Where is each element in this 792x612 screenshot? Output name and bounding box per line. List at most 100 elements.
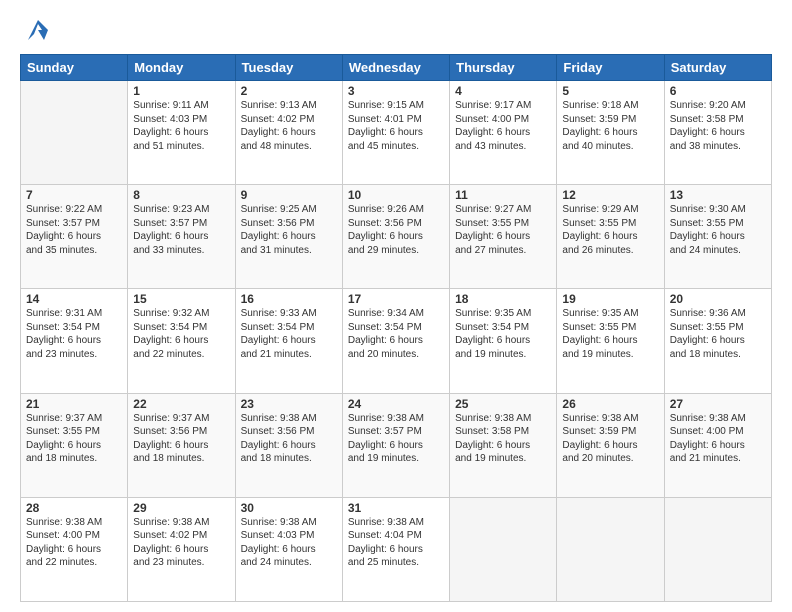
day-info: Sunrise: 9:38 AM Sunset: 3:56 PM Dayligh… — [241, 412, 337, 466]
calendar-week-1: 7Sunrise: 9:22 AM Sunset: 3:57 PM Daylig… — [21, 185, 772, 289]
calendar-week-4: 28Sunrise: 9:38 AM Sunset: 4:00 PM Dayli… — [21, 497, 772, 601]
day-number: 9 — [241, 188, 337, 202]
day-info: Sunrise: 9:36 AM Sunset: 3:55 PM Dayligh… — [670, 307, 766, 361]
day-info: Sunrise: 9:31 AM Sunset: 3:54 PM Dayligh… — [26, 307, 122, 361]
calendar-cell: 2Sunrise: 9:13 AM Sunset: 4:02 PM Daylig… — [235, 81, 342, 185]
day-header-wednesday: Wednesday — [342, 55, 449, 81]
day-number: 13 — [670, 188, 766, 202]
calendar-cell: 19Sunrise: 9:35 AM Sunset: 3:55 PM Dayli… — [557, 289, 664, 393]
calendar-cell: 22Sunrise: 9:37 AM Sunset: 3:56 PM Dayli… — [128, 393, 235, 497]
calendar-cell: 31Sunrise: 9:38 AM Sunset: 4:04 PM Dayli… — [342, 497, 449, 601]
calendar-cell: 29Sunrise: 9:38 AM Sunset: 4:02 PM Dayli… — [128, 497, 235, 601]
calendar-cell: 25Sunrise: 9:38 AM Sunset: 3:58 PM Dayli… — [450, 393, 557, 497]
calendar-cell: 3Sunrise: 9:15 AM Sunset: 4:01 PM Daylig… — [342, 81, 449, 185]
day-info: Sunrise: 9:25 AM Sunset: 3:56 PM Dayligh… — [241, 203, 337, 257]
day-info: Sunrise: 9:18 AM Sunset: 3:59 PM Dayligh… — [562, 99, 658, 153]
calendar-cell: 9Sunrise: 9:25 AM Sunset: 3:56 PM Daylig… — [235, 185, 342, 289]
day-number: 3 — [348, 84, 444, 98]
day-info: Sunrise: 9:38 AM Sunset: 4:04 PM Dayligh… — [348, 516, 444, 570]
calendar-week-0: 1Sunrise: 9:11 AM Sunset: 4:03 PM Daylig… — [21, 81, 772, 185]
day-header-friday: Friday — [557, 55, 664, 81]
day-info: Sunrise: 9:38 AM Sunset: 4:02 PM Dayligh… — [133, 516, 229, 570]
calendar-cell: 4Sunrise: 9:17 AM Sunset: 4:00 PM Daylig… — [450, 81, 557, 185]
day-info: Sunrise: 9:22 AM Sunset: 3:57 PM Dayligh… — [26, 203, 122, 257]
calendar-cell — [557, 497, 664, 601]
calendar-week-3: 21Sunrise: 9:37 AM Sunset: 3:55 PM Dayli… — [21, 393, 772, 497]
calendar-cell: 24Sunrise: 9:38 AM Sunset: 3:57 PM Dayli… — [342, 393, 449, 497]
day-number: 6 — [670, 84, 766, 98]
day-info: Sunrise: 9:38 AM Sunset: 3:58 PM Dayligh… — [455, 412, 551, 466]
day-info: Sunrise: 9:20 AM Sunset: 3:58 PM Dayligh… — [670, 99, 766, 153]
calendar-cell: 23Sunrise: 9:38 AM Sunset: 3:56 PM Dayli… — [235, 393, 342, 497]
day-number: 17 — [348, 292, 444, 306]
day-header-sunday: Sunday — [21, 55, 128, 81]
day-info: Sunrise: 9:38 AM Sunset: 4:03 PM Dayligh… — [241, 516, 337, 570]
day-number: 7 — [26, 188, 122, 202]
day-number: 21 — [26, 397, 122, 411]
day-info: Sunrise: 9:34 AM Sunset: 3:54 PM Dayligh… — [348, 307, 444, 361]
calendar-cell — [450, 497, 557, 601]
day-number: 27 — [670, 397, 766, 411]
day-number: 19 — [562, 292, 658, 306]
day-info: Sunrise: 9:23 AM Sunset: 3:57 PM Dayligh… — [133, 203, 229, 257]
day-number: 20 — [670, 292, 766, 306]
day-number: 24 — [348, 397, 444, 411]
day-number: 2 — [241, 84, 337, 98]
logo — [20, 16, 52, 44]
calendar-cell — [664, 497, 771, 601]
calendar-cell: 5Sunrise: 9:18 AM Sunset: 3:59 PM Daylig… — [557, 81, 664, 185]
day-number: 15 — [133, 292, 229, 306]
calendar-cell — [21, 81, 128, 185]
calendar-cell: 1Sunrise: 9:11 AM Sunset: 4:03 PM Daylig… — [128, 81, 235, 185]
day-number: 14 — [26, 292, 122, 306]
calendar-cell: 7Sunrise: 9:22 AM Sunset: 3:57 PM Daylig… — [21, 185, 128, 289]
day-header-saturday: Saturday — [664, 55, 771, 81]
calendar-cell: 18Sunrise: 9:35 AM Sunset: 3:54 PM Dayli… — [450, 289, 557, 393]
day-info: Sunrise: 9:27 AM Sunset: 3:55 PM Dayligh… — [455, 203, 551, 257]
calendar-cell: 12Sunrise: 9:29 AM Sunset: 3:55 PM Dayli… — [557, 185, 664, 289]
day-info: Sunrise: 9:33 AM Sunset: 3:54 PM Dayligh… — [241, 307, 337, 361]
day-number: 18 — [455, 292, 551, 306]
day-info: Sunrise: 9:37 AM Sunset: 3:55 PM Dayligh… — [26, 412, 122, 466]
day-number: 23 — [241, 397, 337, 411]
day-number: 22 — [133, 397, 229, 411]
calendar-cell: 15Sunrise: 9:32 AM Sunset: 3:54 PM Dayli… — [128, 289, 235, 393]
day-info: Sunrise: 9:35 AM Sunset: 3:54 PM Dayligh… — [455, 307, 551, 361]
day-info: Sunrise: 9:35 AM Sunset: 3:55 PM Dayligh… — [562, 307, 658, 361]
day-number: 30 — [241, 501, 337, 515]
day-number: 4 — [455, 84, 551, 98]
day-info: Sunrise: 9:38 AM Sunset: 4:00 PM Dayligh… — [670, 412, 766, 466]
day-info: Sunrise: 9:17 AM Sunset: 4:00 PM Dayligh… — [455, 99, 551, 153]
day-number: 5 — [562, 84, 658, 98]
day-info: Sunrise: 9:32 AM Sunset: 3:54 PM Dayligh… — [133, 307, 229, 361]
calendar-cell: 28Sunrise: 9:38 AM Sunset: 4:00 PM Dayli… — [21, 497, 128, 601]
day-info: Sunrise: 9:26 AM Sunset: 3:56 PM Dayligh… — [348, 203, 444, 257]
day-info: Sunrise: 9:38 AM Sunset: 4:00 PM Dayligh… — [26, 516, 122, 570]
calendar-cell: 11Sunrise: 9:27 AM Sunset: 3:55 PM Dayli… — [450, 185, 557, 289]
day-header-monday: Monday — [128, 55, 235, 81]
day-info: Sunrise: 9:29 AM Sunset: 3:55 PM Dayligh… — [562, 203, 658, 257]
day-number: 28 — [26, 501, 122, 515]
day-header-tuesday: Tuesday — [235, 55, 342, 81]
day-number: 11 — [455, 188, 551, 202]
calendar-cell: 16Sunrise: 9:33 AM Sunset: 3:54 PM Dayli… — [235, 289, 342, 393]
day-number: 1 — [133, 84, 229, 98]
calendar-cell: 14Sunrise: 9:31 AM Sunset: 3:54 PM Dayli… — [21, 289, 128, 393]
calendar-cell: 8Sunrise: 9:23 AM Sunset: 3:57 PM Daylig… — [128, 185, 235, 289]
day-number: 10 — [348, 188, 444, 202]
day-info: Sunrise: 9:37 AM Sunset: 3:56 PM Dayligh… — [133, 412, 229, 466]
day-info: Sunrise: 9:13 AM Sunset: 4:02 PM Dayligh… — [241, 99, 337, 153]
day-number: 31 — [348, 501, 444, 515]
calendar-cell: 6Sunrise: 9:20 AM Sunset: 3:58 PM Daylig… — [664, 81, 771, 185]
day-number: 26 — [562, 397, 658, 411]
day-number: 29 — [133, 501, 229, 515]
day-info: Sunrise: 9:11 AM Sunset: 4:03 PM Dayligh… — [133, 99, 229, 153]
day-info: Sunrise: 9:38 AM Sunset: 3:57 PM Dayligh… — [348, 412, 444, 466]
day-info: Sunrise: 9:15 AM Sunset: 4:01 PM Dayligh… — [348, 99, 444, 153]
calendar-header-row: SundayMondayTuesdayWednesdayThursdayFrid… — [21, 55, 772, 81]
calendar-table: SundayMondayTuesdayWednesdayThursdayFrid… — [20, 54, 772, 602]
day-info: Sunrise: 9:38 AM Sunset: 3:59 PM Dayligh… — [562, 412, 658, 466]
day-number: 8 — [133, 188, 229, 202]
day-header-thursday: Thursday — [450, 55, 557, 81]
calendar-cell: 20Sunrise: 9:36 AM Sunset: 3:55 PM Dayli… — [664, 289, 771, 393]
